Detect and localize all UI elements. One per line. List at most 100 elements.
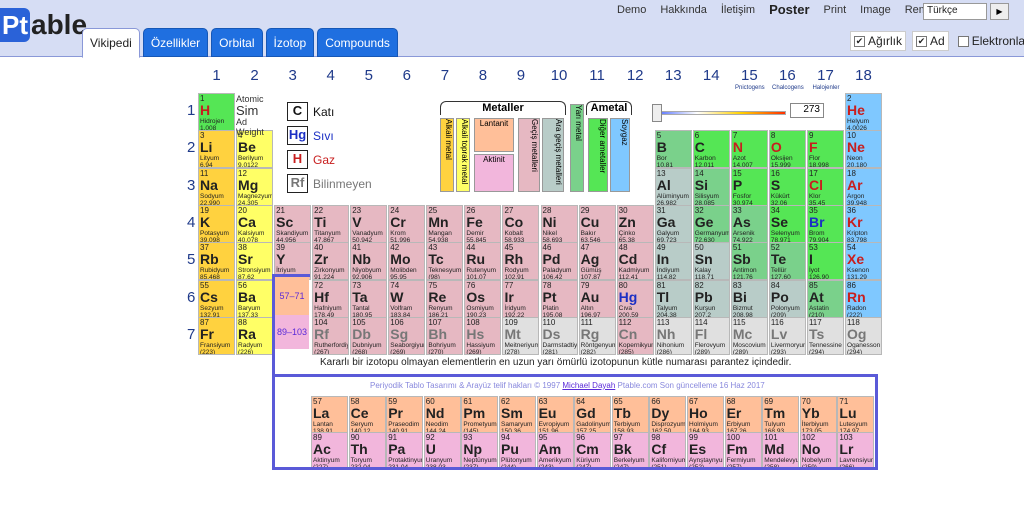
name-toggle[interactable]: ✔ Ad (912, 31, 949, 51)
state-unknown[interactable]: Rf Bilinmeyen (287, 174, 372, 193)
element-ca[interactable]: 20 Ca Kalsiyum 40.078 (236, 204, 274, 243)
nav-poster[interactable]: Poster (762, 2, 816, 17)
element-w[interactable]: 74 W Volfram 183.84 (388, 279, 426, 318)
group-number[interactable]: 10 (541, 63, 578, 89)
group-number[interactable]: 7 (426, 63, 463, 89)
element-hs[interactable]: 108 Hs Hassiyum (269) (464, 316, 502, 355)
cat-transition[interactable]: Geçiş metalleri (518, 118, 540, 192)
element-os[interactable]: 76 Os Osmiyum 190.23 (464, 279, 502, 318)
element-sr[interactable]: 38 Sr Stronsiyum 87.62 (236, 242, 274, 281)
element-sg[interactable]: 106 Sg Seaborgiyum (269) (388, 316, 426, 355)
element-ne[interactable]: 10 Ne Neon 20.180 (845, 130, 883, 169)
group-number[interactable]: 6 (388, 63, 425, 89)
language-select[interactable]: Türkçe (923, 3, 987, 20)
element-ta[interactable]: 73 Ta Tantal 180.95 (350, 279, 388, 318)
element-o[interactable]: 8 O Oksijen 15.999 (768, 130, 806, 169)
element-sn[interactable]: 50 Sn Kalay 118.71 (692, 242, 730, 281)
element-he[interactable]: 2 He Helyum 4.0026 (845, 93, 883, 131)
element-at[interactable]: 85 At Astatin (210) (806, 279, 844, 318)
element-li[interactable]: 3 Li Lityum 6.94 (198, 130, 235, 169)
element-pb[interactable]: 82 Pb Kurşun 207.2 (692, 279, 730, 318)
element-ir[interactable]: 77 Ir İridyum 192.22 (502, 279, 540, 318)
cat-alkali[interactable]: Alkali metal (440, 118, 454, 192)
group-number[interactable]: 8 (464, 63, 501, 89)
group-number[interactable]: 3 (274, 63, 311, 89)
element-h[interactable]: 1 H Hidrojen 1.008 (198, 93, 235, 131)
element-ba[interactable]: 56 Ba Baryum 137.33 (236, 279, 274, 318)
group-number[interactable]: 4 (312, 63, 349, 89)
tab-properties[interactable]: Özellikler (142, 28, 209, 57)
actinide-placeholder[interactable]: 89–103 (275, 315, 309, 349)
element-rb[interactable]: 37 Rb Rubidyum 85.468 (198, 242, 235, 281)
nav-print[interactable]: Print (817, 4, 854, 17)
element-ru[interactable]: 44 Ru Rutenyum 101.07 (464, 242, 502, 281)
element-in[interactable]: 49 In İndiyum 114.82 (654, 242, 692, 281)
cat-lanthanide[interactable]: Lantanit (474, 118, 514, 152)
group-number[interactable]: 18 (845, 63, 882, 89)
element-f[interactable]: 9 F Flor 18.998 (806, 130, 844, 169)
element-kr[interactable]: 36 Kr Kripton 83.798 (845, 204, 883, 243)
group-number[interactable]: 11 (579, 63, 616, 89)
element-pd[interactable]: 46 Pd Paladyum 106.42 (540, 242, 578, 281)
tab-orbital[interactable]: Orbital (211, 28, 263, 57)
element-v[interactable]: 23 V Vanadyum 50.942 (350, 204, 388, 243)
tab-vikipedi[interactable]: Vikipedi (82, 28, 140, 58)
cat-noble[interactable]: Soygaz (610, 118, 630, 192)
nav-image[interactable]: Image (853, 4, 898, 17)
lanthanide-placeholder[interactable]: 57–71 (275, 277, 309, 315)
ptable-logo[interactable]: Pt able (0, 8, 87, 42)
element-te[interactable]: 52 Te Tellür 127.60 (768, 242, 806, 281)
element-se[interactable]: 34 Se Selenyum 78.971 (768, 204, 806, 243)
tab-compounds[interactable]: Compounds (317, 28, 398, 57)
element-mn[interactable]: 25 Mn Mangan 54.938 (426, 204, 464, 243)
element-ar[interactable]: 18 Ar Argon 39.948 (845, 167, 883, 206)
nav-demo[interactable]: Demo (610, 4, 653, 17)
element-tl[interactable]: 81 Tl Talyum 204.38 (654, 279, 692, 318)
cat-post-transition[interactable]: Ara geçiş metalleri (542, 118, 564, 192)
element-s[interactable]: 16 S Kükürt 32.06 (768, 167, 806, 206)
group-number[interactable]: 5 (350, 63, 387, 89)
element-ra[interactable]: 88 Ra Radyum (226) (236, 316, 274, 355)
language-go-button[interactable]: ▶ (990, 3, 1009, 20)
element-na[interactable]: 11 Na Sodyum 22.990 (198, 167, 235, 206)
element-rn[interactable]: 86 Rn Radon (222) (845, 279, 883, 318)
element-co[interactable]: 27 Co Kobalt 58.933 (502, 204, 540, 243)
element-cu[interactable]: 29 Cu Bakır 63.546 (578, 204, 616, 243)
cat-nonmetal[interactable]: Diğer ametaller (588, 118, 608, 192)
element-mt[interactable]: 109 Mt Meitneriyum (278) (502, 316, 540, 355)
element-al[interactable]: 13 Al Alüminyum 26.982 (654, 167, 692, 206)
element-sc[interactable]: 21 Sc Skandiyum 44.956 (274, 204, 312, 243)
element-i[interactable]: 53 I İyot 126.90 (806, 242, 844, 281)
name-checkbox[interactable]: ✔ (916, 35, 928, 47)
cat-metalloid[interactable]: Yarı metal (570, 104, 584, 192)
element-cd[interactable]: 48 Cd Kadmiyum 112.41 (616, 242, 654, 281)
element-fr[interactable]: 87 Fr Fransiyum (223) (198, 316, 235, 355)
cat-alkaline[interactable]: Alkali toprak metal (456, 118, 470, 192)
group-number[interactable]: 12 (617, 63, 654, 89)
temperature-slider[interactable] (652, 104, 786, 122)
element-ti[interactable]: 22 Ti Titanyum 47.867 (312, 204, 350, 243)
element-au[interactable]: 79 Au Altın 196.97 (578, 279, 616, 318)
element-ga[interactable]: 31 Ga Galyum 69.723 (654, 204, 692, 243)
nav-contact[interactable]: İletişim (714, 4, 762, 17)
element-zr[interactable]: 40 Zr Zirkonyum 91.224 (312, 242, 350, 281)
element-tc[interactable]: 43 Tc Teknesyum (98) (426, 242, 464, 281)
element-k[interactable]: 19 K Potasyum 39.098 (198, 204, 235, 243)
state-gas[interactable]: H Gaz (287, 150, 335, 169)
element-nh[interactable]: 113 Nh Nihonium (286) (654, 316, 692, 355)
element-cs[interactable]: 55 Cs Sezyum 132.91 (198, 279, 235, 318)
temperature-value[interactable]: 273 (790, 103, 824, 118)
group-number[interactable]: 13 (655, 63, 692, 89)
element-sb[interactable]: 51 Sb Antimon 121.76 (730, 242, 768, 281)
element-n[interactable]: 7 N Azot 14.007 (730, 130, 768, 169)
cat-actinide[interactable]: Aktinit (474, 154, 514, 192)
element-nb[interactable]: 41 Nb Niyobyum 92.906 (350, 242, 388, 281)
element-bh[interactable]: 107 Bh Bohriyum (270) (426, 316, 464, 355)
weight-checkbox[interactable]: ✔ (854, 35, 865, 47)
state-solid[interactable]: C Katı (287, 102, 334, 121)
element-lv[interactable]: 116 Lv Livermoryum (293) (768, 316, 806, 355)
element-bi[interactable]: 83 Bi Bizmut 208.98 (730, 279, 768, 318)
element-zn[interactable]: 30 Zn Çinko 65.38 (616, 204, 654, 243)
element-ag[interactable]: 47 Ag Gümüş 107.87 (578, 242, 616, 281)
element-cl[interactable]: 17 Cl Klor 35.45 (806, 167, 844, 206)
